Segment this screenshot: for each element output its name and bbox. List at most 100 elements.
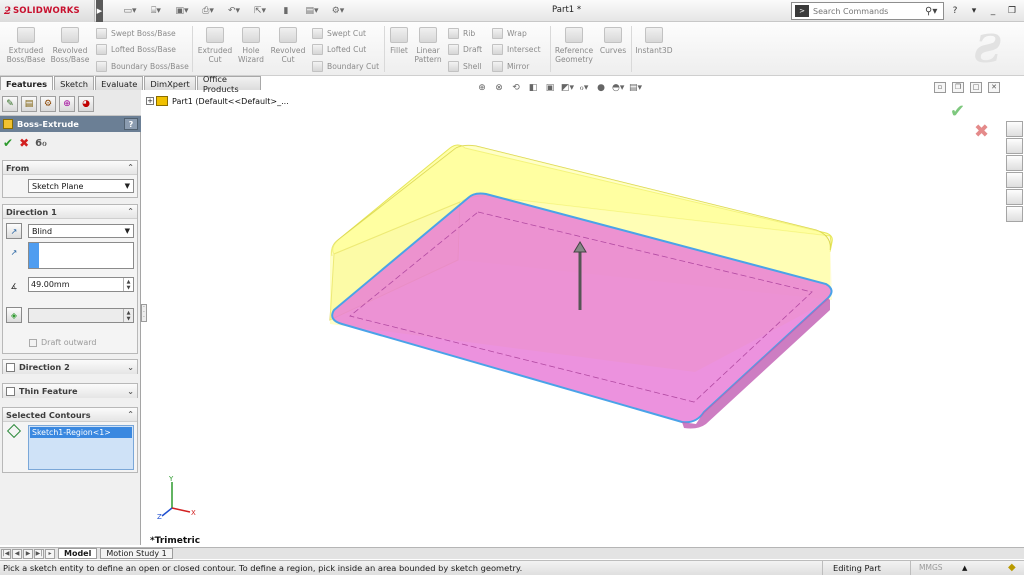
draft-angle-spinner[interactable]: ▲ ▼	[123, 309, 133, 322]
doc-maximize-button[interactable]: □	[970, 82, 982, 93]
lofted-cut-button[interactable]: Lofted Cut	[312, 43, 366, 55]
start-condition-select[interactable]: Sketch Plane ▼	[28, 179, 134, 193]
doc-close-button[interactable]: ✕	[988, 82, 1000, 93]
direction2-checkbox[interactable]	[6, 362, 15, 372]
end-condition-select[interactable]: Blind ▼	[28, 224, 134, 238]
part-tree-label[interactable]: Part1 (Default<<Default>_...	[172, 97, 289, 106]
menu-expand-icon[interactable]: ▶	[96, 0, 103, 22]
curves-button[interactable]: Curves	[598, 27, 628, 55]
doc-minimize-button[interactable]: ▫	[934, 82, 946, 93]
print-icon[interactable]: ⎙▾	[198, 4, 218, 19]
chevron-up-icon[interactable]: ⌃	[127, 207, 134, 216]
design-library-icon[interactable]	[1006, 138, 1023, 154]
tab-motion-study-1[interactable]: Motion Study 1	[100, 548, 173, 559]
depth-input[interactable]: 49.00mm ▲ ▼	[28, 277, 134, 292]
options-icon[interactable]: ⚙▾	[328, 4, 348, 19]
from-group-header[interactable]: From ⌃	[3, 161, 137, 175]
prev-tab-icon[interactable]: ◀	[12, 548, 22, 559]
save-icon[interactable]: ▣▾	[172, 4, 192, 19]
tab-office-products[interactable]: Office Products	[196, 74, 261, 94]
revolved-boss-button[interactable]: Revolved Boss/Base	[50, 27, 90, 64]
rebuild-icon[interactable]: ▮	[276, 4, 296, 19]
new-file-icon[interactable]: ▭▾	[120, 4, 140, 19]
restore-button[interactable]: ❐	[1005, 4, 1019, 18]
selected-contours-group-header[interactable]: Selected Contours ⌃	[3, 408, 137, 422]
draft-on-off-icon[interactable]: ◈	[6, 307, 22, 323]
intersect-button[interactable]: Intersect	[492, 43, 541, 55]
solidworks-resources-icon[interactable]	[1006, 121, 1023, 137]
fillet-button[interactable]: Fillet	[387, 27, 411, 55]
tab-sketch[interactable]: Sketch	[54, 76, 95, 90]
thin-feature-checkbox[interactable]	[6, 386, 15, 396]
wrap-button[interactable]: Wrap	[492, 27, 527, 39]
shell-button[interactable]: Shell	[448, 60, 482, 72]
appearances-icon[interactable]	[1006, 189, 1023, 205]
minimize-button[interactable]: _	[986, 4, 1000, 18]
confirm-ok-icon[interactable]: ✔	[950, 101, 965, 122]
help-button[interactable]: ?	[124, 118, 138, 130]
extruded-boss-button[interactable]: Extruded Boss/Base	[6, 27, 46, 64]
thin-feature-group-header[interactable]: Thin Feature ⌄	[3, 384, 137, 398]
section-view-icon[interactable]: ◧	[527, 83, 539, 93]
tab-features[interactable]: Features	[0, 76, 54, 90]
view-palette-icon[interactable]	[1006, 172, 1023, 188]
search-commands-box[interactable]: > ⚲▾	[791, 2, 944, 20]
expand-tree-icon[interactable]: +	[146, 97, 154, 105]
detailed-preview-icon[interactable]: 6ℴ	[35, 138, 47, 149]
chevron-up-icon[interactable]: ⌃	[127, 410, 134, 419]
undo-icon[interactable]: ↶▾	[224, 4, 244, 19]
file-properties-icon[interactable]: ▤▾	[302, 4, 322, 19]
next-tab-icon[interactable]: ▶	[23, 548, 33, 559]
select-icon[interactable]: ⇱▾	[250, 4, 270, 19]
reverse-direction-icon[interactable]: ↗	[6, 223, 22, 239]
confirm-cancel-icon[interactable]: ✖	[974, 121, 989, 142]
panel-splitter-handle[interactable]: · · ·	[141, 304, 147, 322]
dimxpert-manager-icon[interactable]: ⊕	[59, 96, 75, 112]
tab-scroll-icon[interactable]: ▸	[45, 548, 55, 559]
chevron-down-icon[interactable]: ▾	[967, 4, 981, 18]
chevron-down-icon[interactable]: ⌄	[127, 387, 134, 396]
swept-cut-button[interactable]: Swept Cut	[312, 27, 366, 39]
lofted-boss-button[interactable]: Lofted Boss/Base	[96, 43, 176, 55]
boundary-cut-button[interactable]: Boundary Cut	[312, 60, 379, 72]
hide-show-items-icon[interactable]: ℴ▾	[578, 83, 590, 93]
file-explorer-icon[interactable]	[1006, 155, 1023, 171]
revolved-cut-button[interactable]: Revolved Cut	[268, 27, 308, 64]
draft-button[interactable]: Draft	[448, 43, 482, 55]
search-input[interactable]	[813, 6, 923, 16]
instant3d-button[interactable]: Instant3D	[634, 27, 674, 55]
doc-restore-button[interactable]: ❐	[952, 82, 964, 93]
list-item[interactable]: Sketch1-Region<1>	[30, 427, 132, 438]
search-icon[interactable]: ⚲▾	[925, 6, 937, 17]
last-tab-icon[interactable]: ▶|	[34, 548, 44, 559]
chevron-up-icon[interactable]: ▲	[962, 564, 967, 572]
chevron-down-icon[interactable]: ⌄	[127, 363, 134, 372]
zoom-to-fit-icon[interactable]: ⊕	[476, 83, 488, 93]
linear-pattern-button[interactable]: Linear Pattern	[412, 27, 444, 64]
tab-dimxpert[interactable]: DimXpert	[144, 76, 196, 90]
display-manager-icon[interactable]: ◕	[78, 96, 94, 112]
direction2-group-header[interactable]: Direction 2 ⌄	[3, 360, 137, 374]
open-file-icon[interactable]: ⌸▾	[146, 4, 166, 19]
mirror-button[interactable]: Mirror	[492, 60, 529, 72]
extrude-preview-model[interactable]	[320, 140, 840, 440]
depth-spinner[interactable]: ▲ ▼	[123, 278, 133, 291]
previous-view-icon[interactable]: ⟲	[510, 83, 522, 93]
view-settings-icon[interactable]: ▤▾	[629, 83, 642, 93]
solidworks-logo[interactable]: ƻ SOLIDWORKS	[0, 0, 95, 22]
view-orientation-icon[interactable]: ▣	[544, 83, 556, 93]
apply-scene-icon[interactable]: ◓▾	[612, 83, 624, 93]
feature-manager-icon[interactable]: ✎	[2, 96, 18, 112]
swept-boss-button[interactable]: Swept Boss/Base	[96, 27, 176, 39]
units-selector[interactable]: MMGS	[910, 561, 960, 575]
rib-button[interactable]: Rib	[448, 27, 475, 39]
cancel-x-icon[interactable]: ✖	[19, 136, 29, 150]
direction1-group-header[interactable]: Direction 1 ⌃	[3, 205, 137, 219]
tab-evaluate[interactable]: Evaluate	[95, 76, 144, 90]
tab-model[interactable]: Model	[58, 548, 98, 559]
contours-selection-list[interactable]: Sketch1-Region<1>	[28, 425, 134, 470]
custom-properties-icon[interactable]	[1006, 206, 1023, 222]
help-button[interactable]: ?	[948, 4, 962, 18]
direction-selection-box[interactable]	[28, 242, 134, 269]
extruded-cut-button[interactable]: Extruded Cut	[196, 27, 234, 64]
